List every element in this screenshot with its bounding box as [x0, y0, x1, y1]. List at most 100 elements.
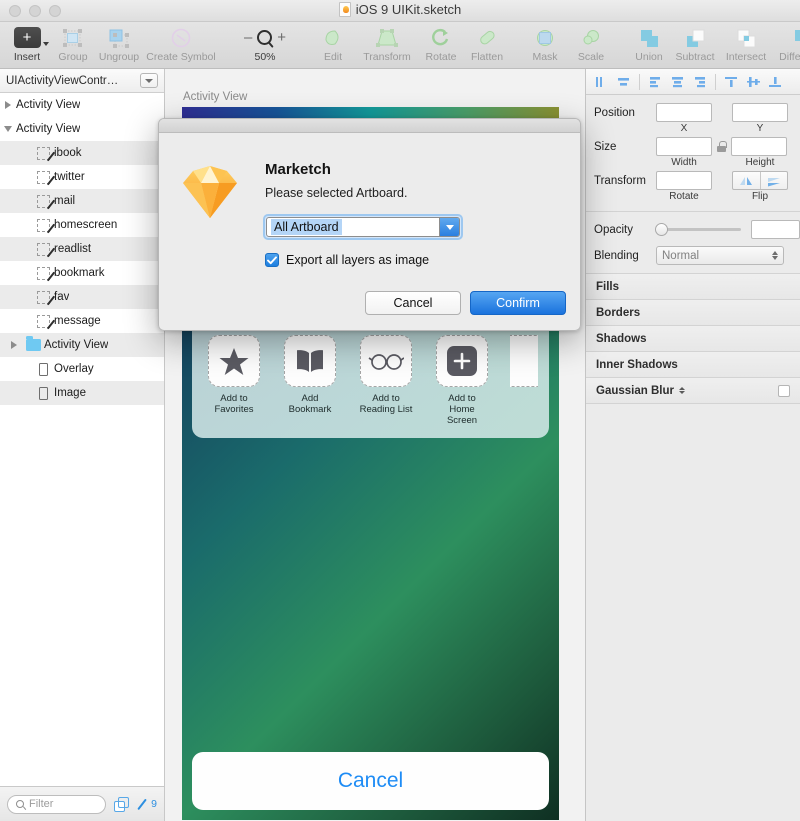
toolbar-difference-button[interactable]: Difference	[774, 25, 800, 67]
artboard-select[interactable]: All Artboard	[266, 217, 460, 237]
flip-buttons[interactable]	[732, 171, 788, 190]
panel-header-inner-shadows[interactable]: Inner Shadows	[586, 352, 800, 378]
align-toolbar	[586, 69, 800, 95]
filter-placeholder: Filter	[29, 798, 53, 810]
toolbar-edit-button[interactable]: Edit	[310, 25, 356, 67]
layer-row-activity-view-1[interactable]: Activity View	[0, 93, 164, 117]
toolbar-flatten-button[interactable]: Flatten	[464, 25, 510, 67]
layer-row-twitter[interactable]: twitter	[0, 165, 164, 189]
panel-header-fills[interactable]: Fills	[586, 274, 800, 300]
toolbar-subtract-button[interactable]: Subtract	[672, 25, 718, 67]
share-action-add-bookmark[interactable]: AddBookmark	[282, 335, 338, 426]
cancel-button[interactable]: Cancel	[365, 291, 461, 315]
chevron-down-icon[interactable]	[439, 218, 459, 236]
disclosure-triangle[interactable]	[0, 126, 16, 132]
opacity-slider-knob[interactable]	[655, 223, 668, 236]
share-action-add-home-screen[interactable]: Add toHome Screen	[434, 335, 490, 426]
document-title-group: iOS 9 UIKit.sketch	[0, 2, 800, 17]
toolbar-insert-button[interactable]: + Insert	[4, 25, 50, 67]
layer-row-activity-view-group[interactable]: Activity View	[0, 333, 164, 357]
chevron-right-icon	[11, 341, 17, 349]
subtract-icon	[684, 27, 706, 49]
share-action-add-favorites[interactable]: Add toFavorites	[206, 335, 262, 426]
stepper-icon	[772, 251, 778, 260]
toolbar-create-symbol-button[interactable]: Create Symbol	[142, 25, 220, 67]
page-popup-button[interactable]	[140, 73, 158, 88]
disclosure-triangle[interactable]	[0, 101, 16, 109]
distribute-right-icon[interactable]	[690, 72, 709, 91]
chevron-down-icon	[145, 79, 153, 83]
layer-label: Activity View	[16, 123, 80, 135]
position-x-input[interactable]	[656, 103, 712, 122]
share-action-add-reading-list[interactable]: Add toReading List	[358, 335, 414, 426]
pen-icon[interactable]	[136, 798, 149, 811]
mask-icon	[534, 27, 556, 49]
toolbar-zoom-control[interactable]: – + 50%	[232, 25, 298, 67]
distribute-left-icon[interactable]	[646, 72, 665, 91]
blur-enable-checkbox[interactable]	[778, 385, 790, 397]
zoom-out-button[interactable]: –	[244, 29, 252, 46]
toolbar-transform-button[interactable]: Transform	[356, 25, 418, 67]
panel-header-shadows[interactable]: Shadows	[586, 326, 800, 352]
distribute-center-icon[interactable]	[668, 72, 687, 91]
size-width-input[interactable]	[656, 137, 712, 156]
export-all-layers-checkbox-row[interactable]: Export all layers as image	[265, 253, 429, 267]
panel-header-gaussian-blur[interactable]: Gaussian Blur	[586, 378, 800, 404]
folder-icon	[22, 339, 44, 351]
export-all-layers-checkbox[interactable]	[265, 253, 279, 267]
toolbar-mask-button[interactable]: Mask	[522, 25, 568, 67]
confirm-button[interactable]: Confirm	[470, 291, 566, 315]
artboard-name-label[interactable]: Activity View	[183, 91, 247, 103]
size-height-input[interactable]	[731, 137, 787, 156]
layers-sidebar-header: UIActivityViewContr…	[0, 69, 164, 93]
toolbar-group-button[interactable]: Group	[50, 25, 96, 67]
duplicate-icon[interactable]	[114, 797, 128, 811]
layer-row-bookmark[interactable]: bookmark	[0, 261, 164, 285]
layer-row-ibook[interactable]: ibook	[0, 141, 164, 165]
position-y-input[interactable]	[732, 103, 788, 122]
toolbar-union-button[interactable]: Union	[626, 25, 672, 67]
layer-row-fav[interactable]: fav	[0, 285, 164, 309]
toolbar-rotate-button[interactable]: Rotate	[418, 25, 464, 67]
toolbar-label-transform: Transform	[363, 51, 410, 63]
layer-label: fav	[54, 291, 69, 303]
layer-row-homescreen[interactable]: homescreen	[0, 213, 164, 237]
align-bottom-icon[interactable]	[766, 72, 785, 91]
panel-label: Fills	[596, 281, 619, 293]
share-action-partial[interactable]	[510, 335, 538, 426]
flip-horizontal-icon[interactable]	[733, 172, 760, 189]
blending-select[interactable]: Normal	[656, 246, 784, 265]
layer-row-message[interactable]: message	[0, 309, 164, 333]
disclosure-triangle[interactable]	[6, 341, 22, 349]
layer-list[interactable]: Activity View Activity View ibook twitte…	[0, 93, 164, 786]
align-middle-icon[interactable]	[744, 72, 763, 91]
toolbar-intersect-button[interactable]: Intersect	[718, 25, 774, 67]
layer-row-overlay[interactable]: Overlay	[0, 357, 164, 381]
align-left-icon[interactable]	[592, 72, 611, 91]
geometry-section: Position X Y Size Width Height	[586, 95, 800, 212]
width-label: Width	[656, 157, 712, 168]
align-top-icon[interactable]	[722, 72, 741, 91]
lock-icon[interactable]	[717, 141, 726, 152]
filter-input[interactable]: Filter	[7, 795, 106, 814]
toolbar-scale-button[interactable]: Scale	[568, 25, 614, 67]
opacity-input[interactable]	[751, 220, 800, 239]
opacity-slider[interactable]	[656, 228, 741, 231]
layer-row-image[interactable]: Image	[0, 381, 164, 405]
rotate-input[interactable]	[656, 171, 712, 190]
pen-tool-group[interactable]: 9	[136, 798, 157, 811]
share-cancel-label: Cancel	[338, 769, 403, 793]
toolbar-label-create-symbol: Create Symbol	[146, 51, 215, 63]
rotate-icon	[430, 27, 452, 49]
magnifier-icon[interactable]	[257, 30, 272, 45]
zoom-in-button[interactable]: +	[277, 29, 286, 46]
blur-type-stepper[interactable]	[679, 387, 685, 394]
flip-vertical-icon[interactable]	[760, 172, 788, 189]
layer-row-activity-view-2[interactable]: Activity View	[0, 117, 164, 141]
panel-header-borders[interactable]: Borders	[586, 300, 800, 326]
align-center-horizontal-icon[interactable]	[614, 72, 633, 91]
layer-row-mail[interactable]: mail	[0, 189, 164, 213]
toolbar-ungroup-button[interactable]: Ungroup	[96, 25, 142, 67]
layer-row-readlist[interactable]: readlist	[0, 237, 164, 261]
share-cancel-button[interactable]: Cancel	[192, 752, 549, 810]
